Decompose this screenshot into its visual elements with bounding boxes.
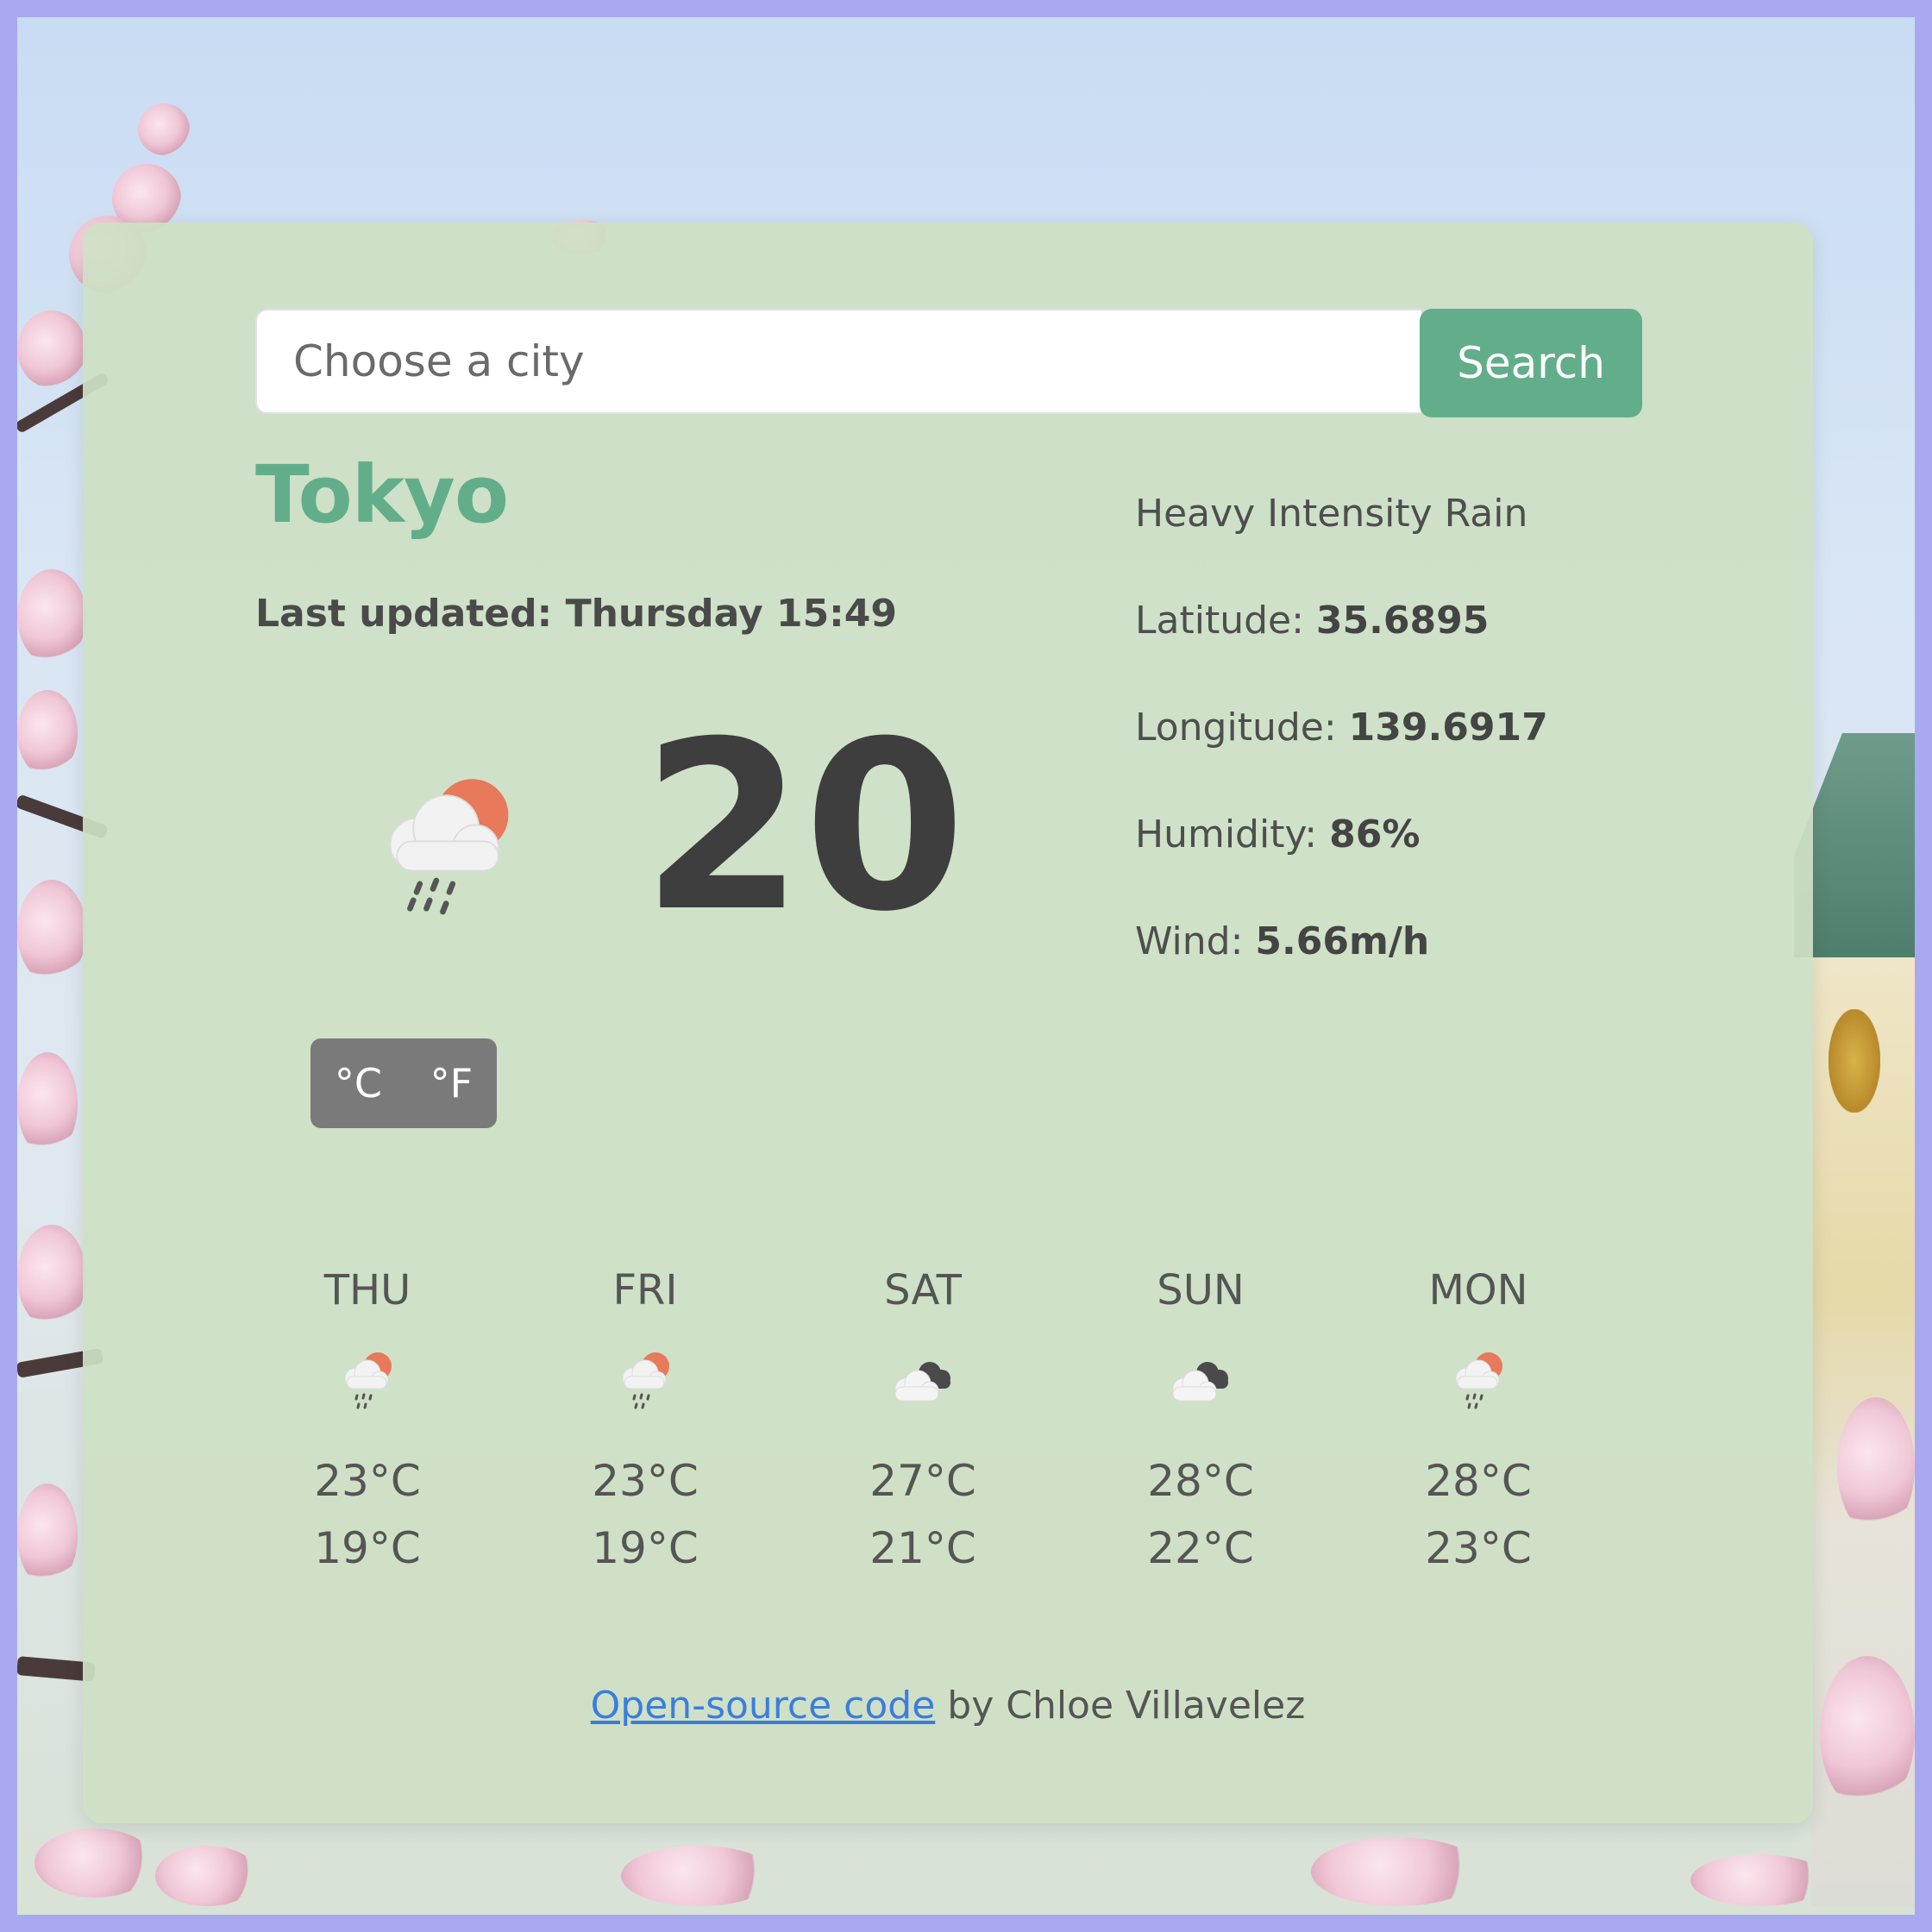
forecast-high: 28°C: [1425, 1456, 1532, 1506]
fahrenheit-link[interactable]: °F: [425, 1060, 478, 1107]
forecast-day-name: SAT: [884, 1266, 962, 1314]
unit-toggle: °C °F: [310, 1038, 497, 1128]
rain-sun-cloud-icon: [344, 1352, 392, 1409]
blossom-decoration: [17, 1484, 78, 1587]
last-updated-text: Last updated: Thursday 15:49: [255, 592, 898, 636]
rain-sun-cloud-icon: [622, 1352, 669, 1409]
open-source-link[interactable]: Open-source code: [591, 1684, 936, 1728]
rain-sun-cloud-icon: [389, 779, 509, 915]
blossom-decoration: [17, 310, 86, 388]
blossom-decoration: [1690, 1854, 1828, 1906]
blossom-decoration: [138, 104, 190, 155]
forecast-day: SAT 27°C 21°C: [828, 1266, 1018, 1573]
forecast-day-name: MON: [1428, 1266, 1528, 1314]
celsius-link[interactable]: °C: [329, 1060, 387, 1107]
forecast-low: 21°C: [869, 1523, 976, 1573]
weather-card: Search Tokyo Last updated: Thursday 15:4…: [83, 223, 1813, 1823]
forecast-day-name: FRI: [612, 1266, 678, 1314]
forecast-day: MON 28°C 23°C: [1383, 1266, 1573, 1573]
humidity-value: 86%: [1329, 812, 1421, 856]
blossom-decoration: [17, 569, 86, 664]
forecast-day: SUN 28°C 22°C: [1106, 1266, 1295, 1573]
blossom-decoration: [17, 1225, 86, 1328]
blossom-decoration: [1820, 1656, 1915, 1811]
latitude-value: 35.6895: [1315, 599, 1490, 643]
forecast-high: 23°C: [314, 1456, 421, 1506]
wind-label: Wind:: [1135, 919, 1244, 963]
forecast-day-name: SUN: [1157, 1266, 1245, 1314]
longitude-label: Longitude:: [1135, 706, 1337, 750]
latitude-row: Latitude: 35.6895: [1135, 599, 1489, 643]
search-form: Search: [255, 309, 1642, 417]
broken-clouds-icon: [1172, 1362, 1228, 1402]
longitude-value: 139.6917: [1348, 706, 1548, 750]
humidity-label: Humidity:: [1135, 812, 1318, 856]
humidity-row: Humidity: 86%: [1135, 812, 1420, 856]
current-temperature: 20: [642, 691, 966, 963]
forecast-high: 23°C: [592, 1456, 699, 1506]
forecast-day: FRI 23°C 19°C: [550, 1266, 740, 1573]
footer: Open-source code by Chloe Villavelez: [83, 1684, 1813, 1728]
blossom-decoration: [155, 1846, 259, 1906]
footer-credit: by Chloe Villavelez: [935, 1684, 1306, 1728]
blossom-decoration: [17, 690, 78, 776]
blossom-decoration: [17, 1052, 78, 1156]
wind-row: Wind: 5.66m/h: [1135, 919, 1429, 963]
blossom-decoration: [1311, 1837, 1484, 1906]
longitude-row: Longitude: 139.6917: [1135, 706, 1548, 750]
blossom-decoration: [1837, 1397, 1915, 1535]
forecast-low: 23°C: [1425, 1523, 1532, 1573]
latitude-label: Latitude:: [1135, 599, 1304, 643]
forecast-low: 19°C: [314, 1523, 421, 1573]
forecast-high: 27°C: [869, 1456, 976, 1506]
forecast-high: 28°C: [1147, 1456, 1254, 1506]
castle-ornament-decoration: [1828, 1009, 1880, 1113]
forecast-day: THU 23°C 19°C: [273, 1266, 462, 1573]
rain-sun-cloud-icon: [1455, 1352, 1502, 1409]
blossom-decoration: [621, 1846, 776, 1906]
blossom-decoration: [17, 880, 86, 983]
broken-clouds-icon: [894, 1362, 950, 1402]
wind-value: 5.66m/h: [1255, 919, 1430, 963]
city-name: Tokyo: [255, 448, 509, 541]
forecast-day-name: THU: [323, 1266, 411, 1314]
blossom-decoration: [34, 1828, 155, 1898]
search-button[interactable]: Search: [1420, 309, 1642, 417]
city-search-input[interactable]: [255, 309, 1421, 414]
forecast-low: 19°C: [592, 1523, 699, 1573]
forecast-row: THU 23°C 19°C FRI 23°C 19°C SAT 27°C 21°…: [273, 1266, 1687, 1611]
forecast-low: 22°C: [1147, 1523, 1254, 1573]
weather-description: Heavy Intensity Rain: [1135, 492, 1528, 536]
